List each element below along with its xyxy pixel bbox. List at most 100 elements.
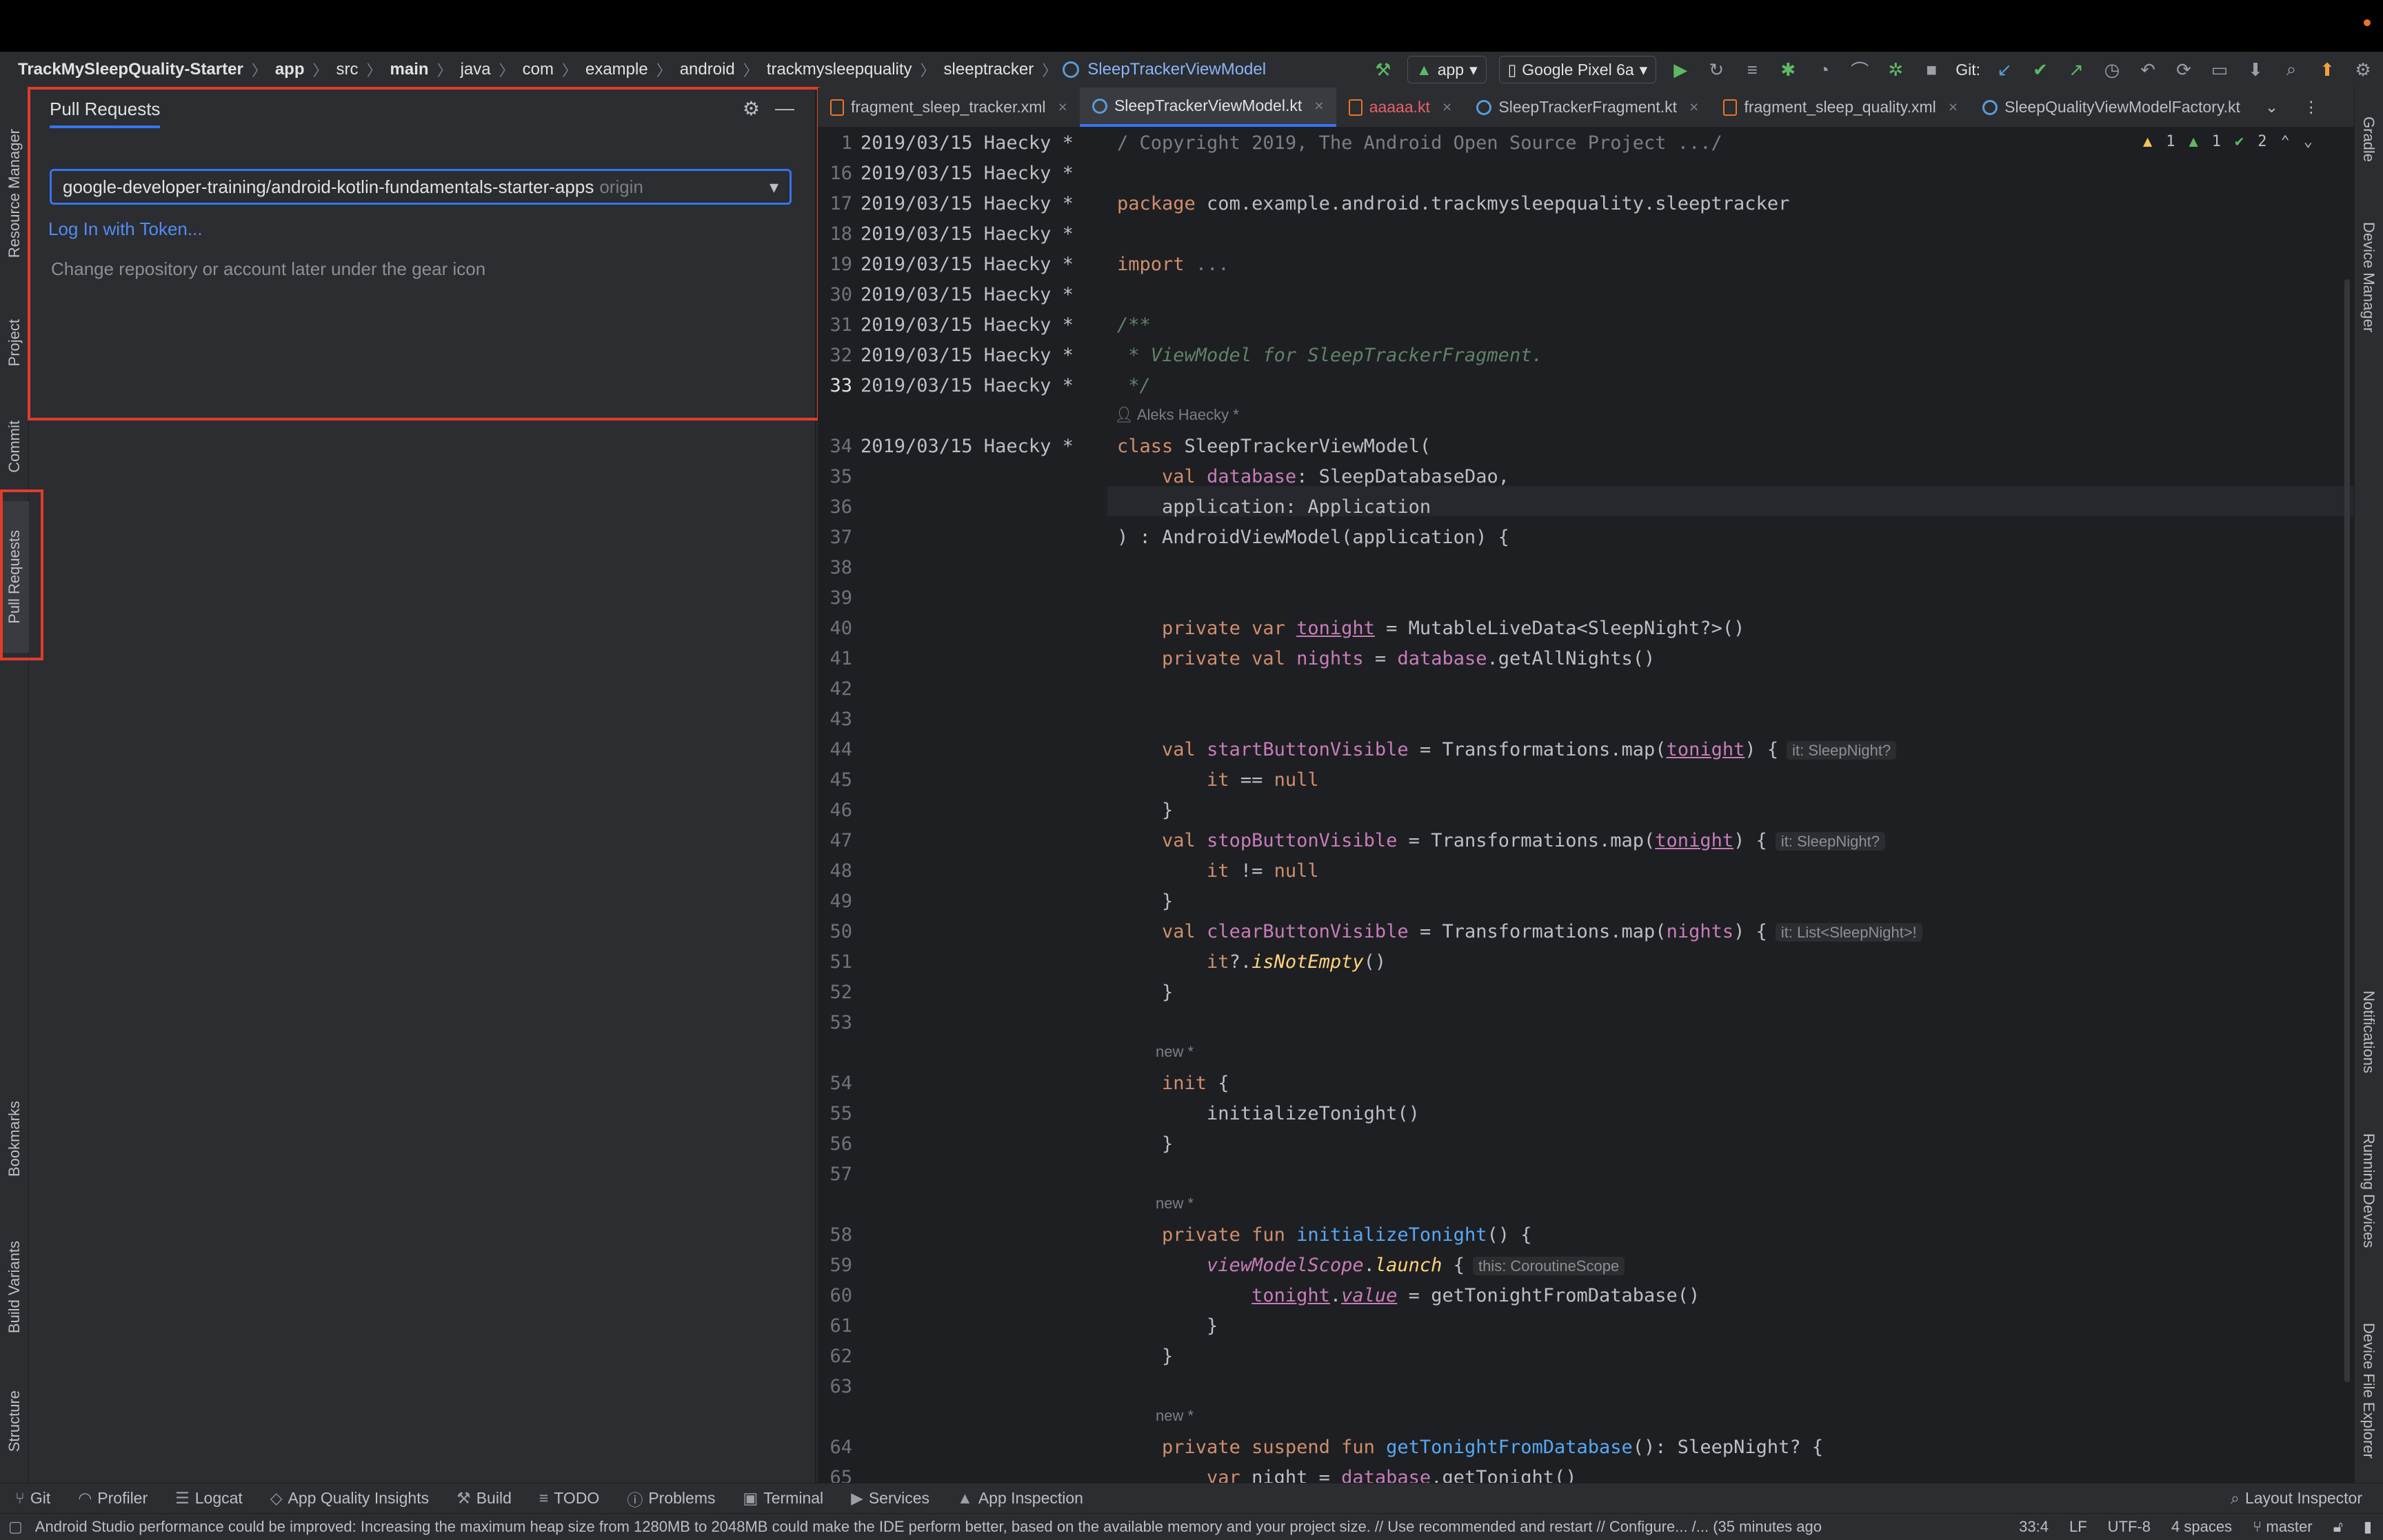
- hammer-icon[interactable]: ⚒: [1371, 58, 1395, 81]
- breadcrumb-item-src[interactable]: src 〉: [334, 59, 388, 81]
- tool-problems[interactable]: ⓘ Problems: [627, 1487, 715, 1510]
- tool-notifications[interactable]: Notifications: [2354, 970, 2383, 1094]
- code-editor[interactable]: 1 2019/03/15 Haecky * 16 2019/03/15 Haecky …: [818, 128, 2354, 1483]
- code-line[interactable]: }: [1117, 977, 2354, 1007]
- line-number[interactable]: 48: [818, 860, 852, 882]
- close-icon[interactable]: ×: [1949, 98, 1958, 116]
- tool-logcat[interactable]: ☰ Logcat: [175, 1489, 243, 1508]
- tool-todo[interactable]: ≡ TODO: [539, 1489, 599, 1508]
- apply-changes-icon[interactable]: ≡: [1740, 58, 1764, 81]
- code-line[interactable]: [1117, 219, 2354, 249]
- tool-services[interactable]: ▶ Services: [851, 1489, 929, 1508]
- code-line[interactable]: val stopButtonVisible = Transformations.…: [1117, 825, 2354, 855]
- code-line[interactable]: init {: [1117, 1068, 2354, 1098]
- tool-git[interactable]: ⑂ Git: [15, 1489, 50, 1508]
- line-number[interactable]: 50: [818, 921, 852, 942]
- line-number[interactable]: 53: [818, 1012, 852, 1033]
- git-blame-annotation[interactable]: 2019/03/15 Haecky *: [861, 132, 1074, 154]
- line-number[interactable]: 57: [818, 1164, 852, 1185]
- line-number[interactable]: 36: [818, 496, 852, 518]
- git-branch[interactable]: ⑂ master: [2253, 1518, 2313, 1536]
- line-number[interactable]: 65: [818, 1467, 852, 1483]
- run-icon[interactable]: ▶: [1669, 58, 1692, 81]
- code-area[interactable]: ▲ 1 ▲ 1 ✔ 2 ⌃ ⌄ / Copyright 2019, The Androi…: [1107, 128, 2354, 1483]
- window-icon[interactable]: ▢: [8, 1518, 23, 1536]
- code-line[interactable]: application: Application: [1117, 492, 2354, 522]
- code-line[interactable]: it != null: [1117, 855, 2354, 886]
- stop-icon[interactable]: ■: [1920, 58, 1943, 81]
- line-number[interactable]: 46: [818, 800, 852, 821]
- minimize-icon[interactable]: —: [775, 97, 794, 120]
- git-blame-annotation[interactable]: 2019/03/15 Haecky *: [861, 375, 1074, 396]
- code-line[interactable]: private suspend fun getTonightFromDataba…: [1117, 1432, 2354, 1462]
- line-number[interactable]: 39: [818, 587, 852, 609]
- code-line[interactable]: [1117, 1007, 2354, 1037]
- tool-app-quality-insights[interactable]: ◇ App Quality Insights: [270, 1489, 429, 1508]
- line-number[interactable]: 63: [818, 1376, 852, 1397]
- line-number[interactable]: 45: [818, 769, 852, 791]
- tool-project[interactable]: Project: [0, 294, 29, 391]
- profile-icon[interactable]: ◔: [1812, 58, 1836, 81]
- breadcrumb-item-java[interactable]: java 〉: [458, 59, 520, 81]
- tool-build[interactable]: ⚒ Build: [456, 1489, 512, 1508]
- tab-sleep-tracker-fragment[interactable]: SleepTrackerFragment.kt ×: [1464, 88, 1711, 127]
- breadcrumb-item-file[interactable]: SleepTrackerViewModel: [1063, 60, 1269, 79]
- code-line[interactable]: private var tonight = MutableLiveData<Sl…: [1117, 613, 2354, 643]
- code-line[interactable]: class SleepTrackerViewModel(: [1117, 431, 2354, 461]
- code-line[interactable]: val startButtonVisible = Transformations…: [1117, 734, 2354, 764]
- line-number[interactable]: 33: [818, 375, 852, 396]
- git-blame-annotation[interactable]: 2019/03/15 Haecky *: [861, 284, 1074, 305]
- debug-attach-icon[interactable]: ✲: [1884, 58, 1907, 81]
- repository-select[interactable]: google-developer-training/android-kotlin…: [50, 169, 792, 205]
- code-line[interactable]: [1117, 552, 2354, 582]
- line-number[interactable]: 37: [818, 527, 852, 548]
- tool-bookmarks[interactable]: Bookmarks: [0, 1080, 29, 1197]
- breadcrumb-item-trackmysleepquality[interactable]: trackmysleepquality 〉: [764, 59, 941, 81]
- breadcrumb-item-project[interactable]: TrackMySleepQuality-Starter 〉: [15, 59, 272, 81]
- code-line[interactable]: val database: SleepDatabaseDao,: [1117, 461, 2354, 492]
- sync-gradle-icon[interactable]: ⟳: [2172, 58, 2195, 81]
- status-message[interactable]: Android Studio performance could be impr…: [35, 1518, 1998, 1536]
- code-line[interactable]: /**: [1117, 310, 2354, 340]
- breadcrumb-item-android[interactable]: android 〉: [677, 59, 764, 81]
- git-update-icon[interactable]: ↙: [1993, 58, 2016, 81]
- code-line[interactable]: ) : AndroidViewModel(application) {: [1117, 522, 2354, 552]
- tab-aaaaa[interactable]: aaaaa.kt ×: [1336, 88, 1465, 127]
- code-line[interactable]: */: [1117, 370, 2354, 401]
- tabs-overflow-button[interactable]: ⌄: [2253, 88, 2291, 127]
- caret-position[interactable]: 33:4: [2019, 1518, 2049, 1536]
- lock-icon[interactable]: 🔓︎: [2333, 1518, 2343, 1536]
- tool-device-manager[interactable]: Device Manager: [2354, 198, 2383, 356]
- code-line[interactable]: package com.example.android.trackmysleep…: [1117, 188, 2354, 219]
- tool-running-devices[interactable]: Running Devices: [2354, 1115, 2383, 1266]
- code-line[interactable]: }: [1117, 886, 2354, 916]
- line-number[interactable]: 43: [818, 709, 852, 730]
- breadcrumb-item-sleeptracker[interactable]: sleeptracker 〉: [941, 59, 1063, 81]
- line-number[interactable]: 41: [818, 648, 852, 669]
- tool-gradle[interactable]: Gradle: [2354, 101, 2383, 177]
- line-number[interactable]: 60: [818, 1285, 852, 1306]
- line-number[interactable]: 47: [818, 830, 852, 851]
- line-number[interactable]: 56: [818, 1133, 852, 1155]
- breadcrumb-item-module[interactable]: app 〉: [272, 59, 334, 81]
- run-config-selector[interactable]: ▲ app ▾: [1407, 56, 1487, 83]
- tool-terminal[interactable]: ▣ Terminal: [743, 1489, 823, 1508]
- tabs-more-button[interactable]: ⋮: [2291, 88, 2331, 127]
- tab-sleep-quality-factory[interactable]: SleepQualityViewModelFactory.kt: [1970, 88, 2253, 127]
- code-line[interactable]: [1117, 158, 2354, 188]
- tool-profiler[interactable]: ◠ Profiler: [78, 1489, 148, 1508]
- tool-commit[interactable]: Commit: [0, 402, 29, 492]
- line-number[interactable]: 44: [818, 739, 852, 760]
- line-number[interactable]: 17: [818, 193, 852, 214]
- breadcrumb-item-main[interactable]: main 〉: [388, 59, 458, 81]
- line-number[interactable]: 52: [818, 982, 852, 1003]
- code-line[interactable]: }: [1117, 1310, 2354, 1341]
- code-line[interactable]: tonight.value = getTonightFromDatabase(): [1117, 1280, 2354, 1310]
- sdk-manager-icon[interactable]: ⬇: [2244, 58, 2267, 81]
- line-number[interactable]: 32: [818, 345, 852, 366]
- code-line[interactable]: }: [1117, 1128, 2354, 1159]
- line-number[interactable]: 38: [818, 557, 852, 578]
- git-blame-annotation[interactable]: 2019/03/15 Haecky *: [861, 436, 1074, 457]
- code-line[interactable]: [1117, 582, 2354, 613]
- git-commit-icon[interactable]: ✔: [2029, 58, 2052, 81]
